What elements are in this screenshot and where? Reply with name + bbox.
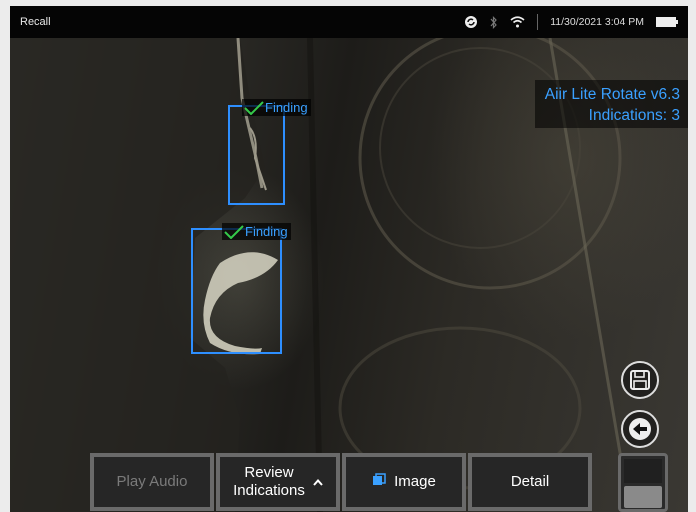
back-arrow-icon <box>629 418 651 440</box>
wifi-icon <box>510 16 525 28</box>
save-icon <box>630 370 650 390</box>
app-version: Aiir Lite Rotate v6.3 <box>544 86 680 103</box>
screen: Recall 11/30/2021 3:04 PM Aiir Lite Rota… <box>10 6 688 512</box>
image-label: Image <box>394 473 436 490</box>
detail-label: Detail <box>510 473 550 490</box>
finding-box[interactable] <box>228 105 285 205</box>
finding-box[interactable] <box>191 228 282 354</box>
review-indications-label: Review Indications <box>233 464 305 499</box>
detail-button[interactable]: Detail <box>468 453 592 511</box>
inspection-image: Aiir Lite Rotate v6.3 Indications: 3 Fin… <box>10 38 688 512</box>
finding-label-text: Finding <box>245 224 288 239</box>
sync-icon <box>464 15 478 29</box>
finding-label-text: Finding <box>265 100 308 115</box>
panel-toggle-bottom <box>624 486 662 508</box>
device-frame: Recall 11/30/2021 3:04 PM Aiir Lite Rota… <box>0 0 696 512</box>
analysis-overlay: Aiir Lite Rotate v6.3 Indications: 3 <box>534 80 688 128</box>
status-datetime: 11/30/2021 3:04 PM <box>550 16 644 28</box>
panel-toggle-button[interactable] <box>618 453 668 512</box>
check-icon <box>224 224 244 239</box>
finding-label: Finding <box>222 223 291 240</box>
bluetooth-icon <box>490 15 498 29</box>
panel-toggle-top <box>624 459 662 483</box>
save-button[interactable] <box>621 361 659 399</box>
battery-icon <box>656 17 678 27</box>
status-title: Recall <box>20 16 51 28</box>
bottom-toolbar: Play Audio Review Indications Image Deta… <box>90 453 594 512</box>
status-separator <box>537 14 539 30</box>
check-icon <box>244 100 264 115</box>
play-audio-button[interactable]: Play Audio <box>90 453 214 511</box>
chevron-up-icon <box>313 473 323 491</box>
back-button[interactable] <box>621 410 659 448</box>
review-indications-button[interactable]: Review Indications <box>216 453 340 511</box>
image-button[interactable]: Image <box>342 453 466 511</box>
finding-label: Finding <box>242 99 311 116</box>
image-icon <box>372 472 386 492</box>
indications-count: Indications: 3 <box>588 107 680 124</box>
play-audio-label: Play Audio <box>116 473 188 490</box>
status-bar: Recall 11/30/2021 3:04 PM <box>10 6 688 38</box>
